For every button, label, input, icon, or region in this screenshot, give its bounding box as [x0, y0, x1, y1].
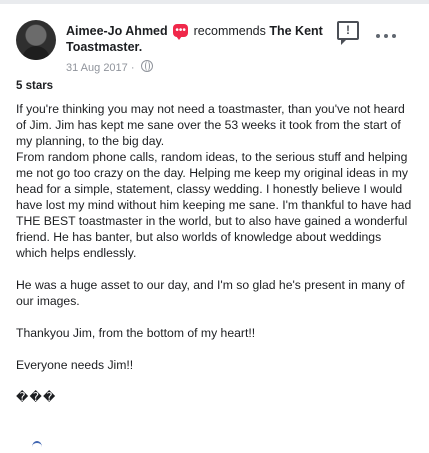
review-paragraph: Everyone needs Jim!! — [16, 358, 134, 372]
report-icon[interactable]: ! — [337, 21, 359, 45]
review-headline: Aimee-Jo Ahmed ••• recommends The Kent T… — [66, 23, 346, 55]
avatar[interactable] — [16, 20, 56, 60]
like-icon[interactable] — [32, 441, 42, 453]
globe-icon[interactable] — [140, 60, 153, 72]
review-text: If you're thinking you may not need a to… — [16, 101, 414, 405]
author-name[interactable]: Aimee-Jo Ahmed — [66, 24, 168, 38]
emoji-line: ��� — [16, 390, 57, 404]
post-meta: 31 Aug 2017 · — [66, 60, 153, 74]
recommends-text: recommends — [193, 24, 266, 38]
review-paragraph: If you're thinking you may not need a to… — [16, 102, 405, 148]
rating-label: 5 stars — [16, 80, 54, 92]
review-paragraph: He was a huge asset to our day, and I'm … — [16, 278, 405, 308]
more-options-icon[interactable] — [376, 34, 398, 40]
meta-separator: · — [130, 62, 135, 74]
review-header: Aimee-Jo Ahmed ••• recommends The Kent T… — [16, 20, 416, 74]
post-date[interactable]: 31 Aug 2017 — [66, 62, 128, 74]
top-divider — [0, 0, 429, 4]
review-paragraph: From random phone calls, random ideas, t… — [16, 150, 412, 260]
speech-bubble-icon: ••• — [173, 24, 189, 40]
review-paragraph: Thankyou Jim, from the bottom of my hear… — [16, 326, 256, 340]
